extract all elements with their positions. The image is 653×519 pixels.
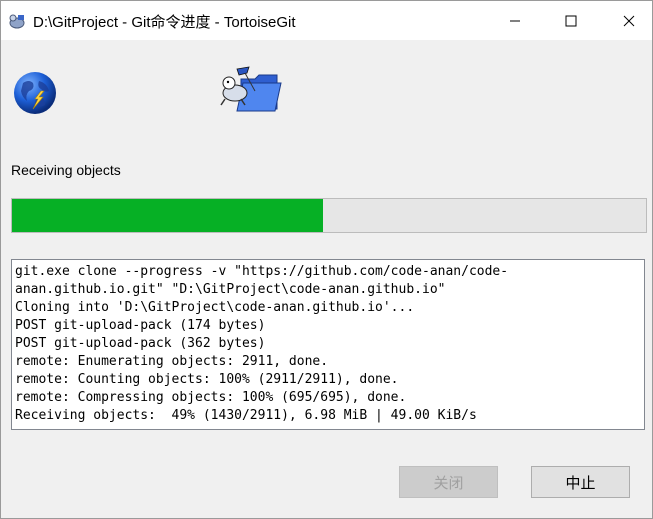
close-button[interactable]: 关闭 xyxy=(399,466,498,498)
log-line: POST git-upload-pack (174 bytes) xyxy=(15,318,266,333)
progress-bar-fill xyxy=(12,199,323,232)
window-title: D:\GitProject - Git命令进度 - TortoiseGit xyxy=(33,14,296,31)
close-icon xyxy=(623,15,635,26)
log-line: git.exe clone --progress -v "https://git… xyxy=(15,264,509,279)
log-line: remote: Compressing objects: 100% (695/6… xyxy=(15,390,407,405)
log-line: anan.github.io.git" "D:\GitProject\code-… xyxy=(15,282,446,297)
close-window-button[interactable] xyxy=(606,1,652,40)
minimize-icon xyxy=(510,20,520,21)
progress-status-label: Receiving objects xyxy=(11,162,121,178)
log-line: remote: Enumerating objects: 2911, done. xyxy=(15,354,329,369)
abort-button[interactable]: 中止 xyxy=(531,466,630,498)
minimize-button[interactable] xyxy=(492,1,538,40)
title-bar[interactable]: D:\GitProject - Git命令进度 - TortoiseGit xyxy=(1,1,652,40)
globe-icon xyxy=(11,69,59,117)
log-line: Cloning into 'D:\GitProject\code-anan.gi… xyxy=(15,300,415,315)
tortoisegit-icon xyxy=(8,12,26,30)
log-line: Receiving objects: 49% (1430/2911), 6.98… xyxy=(15,408,477,423)
progress-dialog: D:\GitProject - Git命令进度 - TortoiseGit Re… xyxy=(0,0,653,519)
log-line: POST git-upload-pack (362 bytes) xyxy=(15,336,266,351)
tortoise-folder-icon xyxy=(215,61,285,117)
maximize-icon xyxy=(565,15,577,26)
progress-bar xyxy=(11,198,647,233)
maximize-button[interactable] xyxy=(548,1,594,40)
log-line: remote: Counting objects: 100% (2911/291… xyxy=(15,372,399,387)
output-log[interactable]: git.exe clone --progress -v "https://git… xyxy=(11,259,645,430)
